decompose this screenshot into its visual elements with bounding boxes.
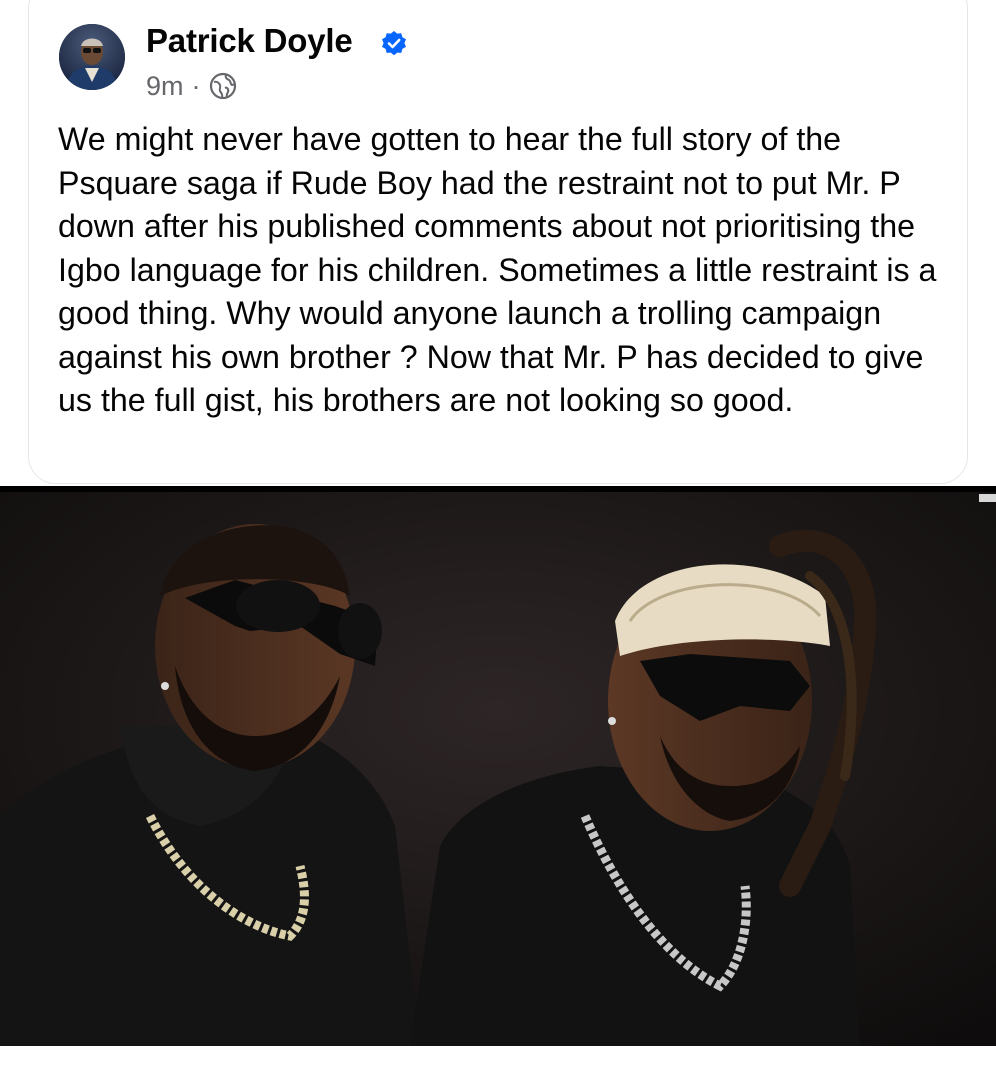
globe-icon[interactable]: [209, 72, 237, 100]
photo-top-border: [0, 486, 996, 492]
author-avatar[interactable]: [59, 24, 125, 90]
post-meta: 9m ·: [146, 68, 237, 104]
verified-badge-icon: [382, 31, 406, 56]
photo-edge-indicator: [979, 494, 996, 502]
post-timestamp[interactable]: 9m: [146, 71, 184, 102]
author-name[interactable]: Patrick Doyle: [146, 22, 353, 60]
post-photo-image: [0, 486, 996, 1046]
post-photo[interactable]: [0, 486, 996, 1046]
meta-separator: ·: [191, 70, 201, 101]
avatar-image: [59, 24, 125, 90]
post-text: We might never have gotten to hear the f…: [58, 121, 937, 418]
below-photo-area: [0, 1046, 996, 1080]
